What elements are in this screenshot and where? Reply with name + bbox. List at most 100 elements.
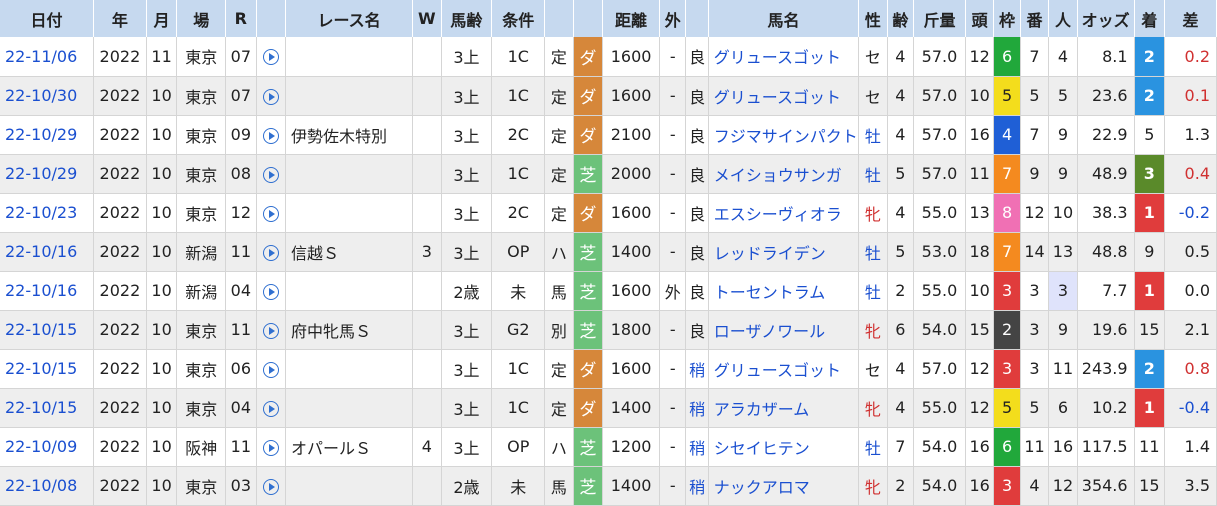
header-video[interactable] <box>256 0 287 37</box>
header-surface[interactable] <box>573 0 604 37</box>
play-icon[interactable] <box>262 244 279 261</box>
header-class[interactable]: 条件 <box>491 0 546 37</box>
cell-horse[interactable]: メイショウサンガ <box>708 154 860 194</box>
header-horse[interactable]: 馬名 <box>708 0 860 37</box>
video-cell[interactable] <box>256 349 287 389</box>
cell-year: 2022 <box>93 37 147 77</box>
cell-age: 3上 <box>441 349 493 389</box>
cell-date[interactable]: 22-10/15 <box>0 349 94 389</box>
play-icon[interactable] <box>262 166 279 183</box>
cell-horse[interactable]: シセイヒテン <box>708 427 860 467</box>
play-icon[interactable] <box>262 88 279 105</box>
cell-fin: 5 <box>1134 115 1166 155</box>
cell-date[interactable]: 22-10/16 <box>0 271 94 311</box>
cell-horse[interactable]: フジマサインパクト <box>708 115 860 155</box>
header-year[interactable]: 年 <box>93 0 147 37</box>
cell-out: - <box>659 154 687 194</box>
header-kinryo[interactable]: 斤量 <box>913 0 966 37</box>
cell-w <box>412 349 442 389</box>
cell-date[interactable]: 22-10/29 <box>0 115 94 155</box>
play-icon[interactable] <box>262 400 279 417</box>
cell-date[interactable]: 22-10/30 <box>0 76 94 116</box>
cell-horse[interactable]: ローザノワール <box>708 310 860 350</box>
cell-race: 府中牝馬Ｓ <box>285 310 414 350</box>
play-icon[interactable] <box>262 49 279 66</box>
cell-month: 10 <box>146 466 178 506</box>
header-heads[interactable]: 頭 <box>965 0 995 37</box>
header-w[interactable]: W <box>412 0 442 37</box>
header-race-name[interactable]: レース名 <box>285 0 414 37</box>
cell-date[interactable]: 22-10/09 <box>0 427 94 467</box>
play-icon[interactable] <box>262 205 279 222</box>
cell-kin: 54.0 <box>913 466 966 506</box>
play-icon[interactable] <box>262 322 279 339</box>
video-cell[interactable] <box>256 232 287 272</box>
play-icon[interactable] <box>262 439 279 456</box>
cell-odds: 23.6 <box>1077 76 1135 116</box>
cell-date[interactable]: 22-10/15 <box>0 388 94 428</box>
cell-horse[interactable]: エスシーヴィオラ <box>708 193 860 233</box>
cell-date[interactable]: 22-10/29 <box>0 154 94 194</box>
cell-horse[interactable]: グリュースゴット <box>708 349 860 389</box>
cell-odds: 22.9 <box>1077 115 1135 155</box>
video-cell[interactable] <box>256 310 287 350</box>
cell-race: 信越Ｓ <box>285 232 414 272</box>
header-popularity[interactable]: 人 <box>1048 0 1078 37</box>
cell-horse[interactable]: グリュースゴット <box>708 76 860 116</box>
play-icon[interactable] <box>262 478 279 495</box>
cell-diff: 1.3 <box>1164 115 1217 155</box>
header-outer[interactable]: 外 <box>659 0 687 37</box>
header-race-no[interactable]: R <box>225 0 257 37</box>
video-cell[interactable] <box>256 388 287 428</box>
header-waku[interactable]: 枠 <box>993 0 1021 37</box>
cell-horse[interactable]: ナックアロマ <box>708 466 860 506</box>
cell-date[interactable]: 22-10/23 <box>0 193 94 233</box>
header-umaban[interactable]: 番 <box>1020 0 1050 37</box>
cell-month: 10 <box>146 271 178 311</box>
cell-place: 東京 <box>176 310 227 350</box>
video-cell[interactable] <box>256 76 287 116</box>
play-icon[interactable] <box>262 283 279 300</box>
video-cell[interactable] <box>256 115 287 155</box>
cell-place: 新潟 <box>176 271 227 311</box>
cell-w <box>412 193 442 233</box>
cell-kin: 57.0 <box>913 37 966 77</box>
video-cell[interactable] <box>256 154 287 194</box>
header-weight-type[interactable] <box>544 0 574 37</box>
header-finish[interactable]: 着 <box>1134 0 1166 37</box>
cell-date[interactable]: 22-10/16 <box>0 232 94 272</box>
cell-date[interactable]: 22-10/08 <box>0 466 94 506</box>
cell-horse[interactable]: トーセントラム <box>708 271 860 311</box>
video-cell[interactable] <box>256 427 287 467</box>
cell-horse[interactable]: レッドライデン <box>708 232 860 272</box>
header-place[interactable]: 場 <box>176 0 227 37</box>
cell-wt: 定 <box>544 388 574 428</box>
cell-horse[interactable]: グリュースゴット <box>708 37 860 77</box>
video-cell[interactable] <box>256 193 287 233</box>
header-sex[interactable]: 性 <box>858 0 888 37</box>
header-horse-age[interactable]: 齢 <box>887 0 915 37</box>
video-cell[interactable] <box>256 271 287 311</box>
play-icon[interactable] <box>262 127 279 144</box>
cell-date[interactable]: 22-10/15 <box>0 310 94 350</box>
cell-sex: 牝 <box>858 193 888 233</box>
header-diff[interactable]: 差 <box>1164 0 1217 37</box>
cell-w: 3 <box>412 232 442 272</box>
header-month[interactable]: 月 <box>146 0 178 37</box>
cell-diff: 0.8 <box>1164 349 1217 389</box>
cell-waku: 6 <box>993 427 1021 467</box>
header-date[interactable]: 日付 <box>0 0 94 37</box>
cell-year: 2022 <box>93 271 147 311</box>
header-distance[interactable]: 距離 <box>602 0 661 37</box>
video-cell[interactable] <box>256 466 287 506</box>
cell-pop: 3 <box>1048 271 1078 311</box>
cell-horse[interactable]: アラカザーム <box>708 388 860 428</box>
header-age[interactable]: 馬齢 <box>441 0 493 37</box>
play-icon[interactable] <box>262 361 279 378</box>
header-odds[interactable]: オッズ <box>1077 0 1135 37</box>
video-cell[interactable] <box>256 37 287 77</box>
header-condition[interactable] <box>685 0 709 37</box>
cell-waku: 3 <box>993 271 1021 311</box>
cell-date[interactable]: 22-11/06 <box>0 37 94 77</box>
cell-waku: 7 <box>993 154 1021 194</box>
